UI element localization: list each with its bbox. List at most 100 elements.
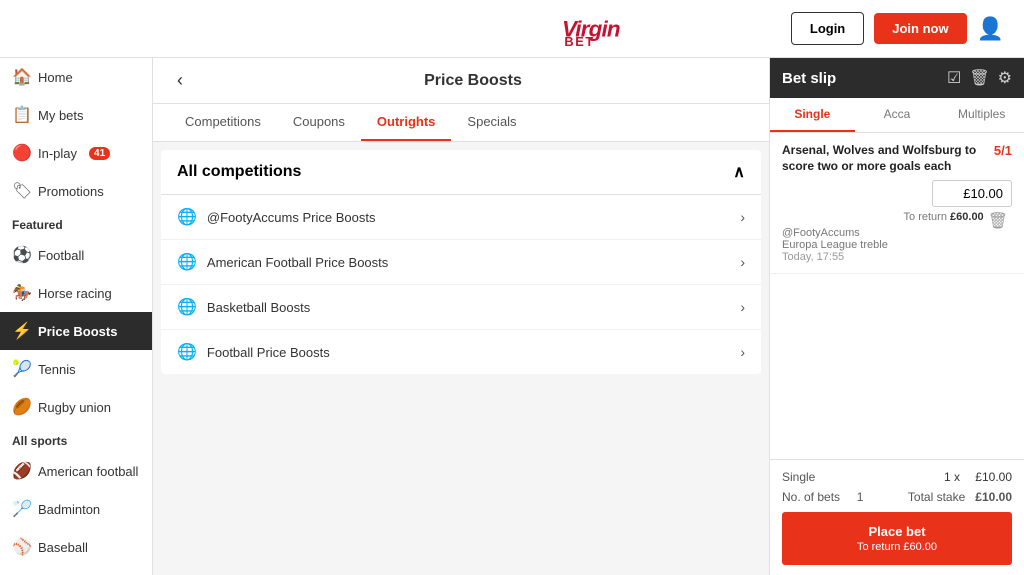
sidebar-item-promotions[interactable]: 🏷 Promotions (0, 172, 152, 210)
bet-return: To return £60.00 🗑 (782, 211, 1012, 223)
join-button[interactable]: Join now (874, 13, 966, 44)
back-button[interactable]: ‹ (173, 70, 187, 91)
place-bet-label: Place bet (868, 524, 925, 539)
globe-icon-4: 🌐 (177, 342, 197, 362)
page-title: Price Boosts (197, 72, 749, 90)
chevron-right-icon-3: › (740, 299, 745, 315)
tab-specials[interactable]: Specials (451, 104, 532, 141)
sidebar-label-rugby-union: Rugby union (38, 400, 111, 415)
sidebar: 🏠 Home 📋 My bets 🔴 In-play 41 🏷 Promotio… (0, 58, 153, 575)
tab-outrights[interactable]: Outrights (361, 104, 452, 141)
home-icon: 🏠 (12, 67, 30, 87)
bet-slip-tab-single[interactable]: Single (770, 98, 855, 132)
trash-icon[interactable]: 🗑 (969, 68, 989, 88)
bet-date: Today, 17:55 (782, 251, 844, 263)
price-boosts-icon: ⚡ (12, 321, 30, 341)
bet-slip-tabs: Single Acca Multiples (770, 98, 1024, 133)
place-bet-sub: To return £60.00 (857, 541, 937, 553)
competitions-section: All competitions ∧ 🌐 @FootyAccums Price … (161, 150, 761, 374)
sidebar-item-price-boosts[interactable]: ⚡ Price Boosts (0, 312, 152, 350)
globe-icon-3: 🌐 (177, 297, 197, 317)
competition-name-2: American Football Price Boosts (207, 255, 730, 270)
sidebar-item-basketball[interactable]: 🏀 Basketball (0, 566, 152, 575)
globe-icon-1: 🌐 (177, 207, 197, 227)
featured-section-label: Featured (0, 210, 152, 236)
sidebar-item-badminton[interactable]: 🏸 Badminton (0, 490, 152, 528)
in-play-badge: 41 (89, 147, 110, 160)
competition-row[interactable]: 🌐 American Football Price Boosts › (161, 240, 761, 285)
chevron-right-icon-4: › (740, 344, 745, 360)
all-sports-section-label: All sports (0, 426, 152, 452)
user-icon[interactable]: 👤 (977, 16, 1004, 42)
total-stake: Total stake £10.00 (908, 490, 1012, 504)
sidebar-label-baseball: Baseball (38, 540, 88, 555)
all-competitions-label: All competitions (177, 163, 301, 181)
bet-slip-header: Bet slip ☑ 🗑 ⚙ (770, 58, 1024, 98)
bet-slip-icons: ☑ 🗑 ⚙ (947, 68, 1012, 88)
competition-row[interactable]: 🌐 @FootyAccums Price Boosts › (161, 195, 761, 240)
login-button[interactable]: Login (791, 12, 864, 45)
delete-bet-button[interactable]: 🗑 (984, 211, 1012, 231)
bet-description: Arsenal, Wolves and Wolfsburg to score t… (782, 143, 988, 174)
sidebar-item-football[interactable]: ⚽ Football (0, 236, 152, 274)
bet-stake-input[interactable] (932, 180, 1012, 207)
header: Virgin BET Login Join now 👤 (0, 0, 1024, 58)
sidebar-label-horse-racing: Horse racing (38, 286, 112, 301)
bet-slip: Bet slip ☑ 🗑 ⚙ Single Acca Multiples Ars… (769, 58, 1024, 575)
content-tabs: Competitions Coupons Outrights Specials (153, 104, 769, 142)
sidebar-item-american-football[interactable]: 🏈 American football (0, 452, 152, 490)
header-actions: Login Join now 👤 (791, 12, 1004, 45)
my-bets-icon: 📋 (12, 105, 30, 125)
badminton-icon: 🏸 (12, 499, 30, 519)
promotions-icon: 🏷 (12, 181, 30, 201)
content-header: ‹ Price Boosts (153, 58, 769, 104)
sidebar-item-rugby-union[interactable]: 🏉 Rugby union (0, 388, 152, 426)
bet-item-header: Arsenal, Wolves and Wolfsburg to score t… (782, 143, 1012, 174)
bet-slip-tab-acca[interactable]: Acca (855, 98, 940, 132)
sidebar-item-my-bets[interactable]: 📋 My bets (0, 96, 152, 134)
sidebar-label-home: Home (38, 70, 73, 85)
competition-row[interactable]: 🌐 Basketball Boosts › (161, 285, 761, 330)
competition-row[interactable]: 🌐 Football Price Boosts › (161, 330, 761, 374)
place-bet-button[interactable]: Place bet To return £60.00 (782, 512, 1012, 565)
tab-competitions[interactable]: Competitions (169, 104, 277, 141)
single-value: 1 x £10.00 (944, 470, 1012, 484)
bet-source: @FootyAccums Europa League treble Today,… (782, 227, 1012, 263)
main-layout: 🏠 Home 📋 My bets 🔴 In-play 41 🏷 Promotio… (0, 58, 1024, 575)
bet-odds: 5/1 (994, 143, 1012, 158)
bet-summary-single: Single 1 x £10.00 (782, 470, 1012, 484)
tab-coupons[interactable]: Coupons (277, 104, 361, 141)
single-label: Single (782, 470, 815, 484)
check-icon[interactable]: ☑ (947, 68, 961, 88)
football-icon: ⚽ (12, 245, 30, 265)
globe-icon-2: 🌐 (177, 252, 197, 272)
tennis-icon: 🎾 (12, 359, 30, 379)
sidebar-item-horse-racing[interactable]: 🏇 Horse racing (0, 274, 152, 312)
logo-svg: Virgin BET (558, 11, 638, 47)
sidebar-label-price-boosts: Price Boosts (38, 324, 117, 339)
all-competitions-header[interactable]: All competitions ∧ (161, 150, 761, 195)
sidebar-item-baseball[interactable]: ⚾ Baseball (0, 528, 152, 566)
sidebar-label-in-play: In-play (38, 146, 77, 161)
content-area: ‹ Price Boosts Competitions Coupons Outr… (153, 58, 769, 575)
sidebar-item-tennis[interactable]: 🎾 Tennis (0, 350, 152, 388)
chevron-right-icon-1: › (740, 209, 745, 225)
competition-name-4: Football Price Boosts (207, 345, 730, 360)
chevron-right-icon-2: › (740, 254, 745, 270)
american-football-icon: 🏈 (12, 461, 30, 481)
bet-slip-tab-multiples[interactable]: Multiples (939, 98, 1024, 132)
sidebar-item-home[interactable]: 🏠 Home (0, 58, 152, 96)
bet-return-value: £60.00 (950, 211, 984, 223)
bet-slip-title: Bet slip (782, 70, 836, 87)
sidebar-item-in-play[interactable]: 🔴 In-play 41 (0, 134, 152, 172)
sidebar-label-american-football: American football (38, 464, 138, 479)
collapse-icon: ∧ (733, 162, 745, 182)
rugby-union-icon: 🏉 (12, 397, 30, 417)
bet-item: Arsenal, Wolves and Wolfsburg to score t… (770, 133, 1024, 274)
bet-input-row (782, 180, 1012, 207)
bet-slip-footer: Single 1 x £10.00 No. of bets 1 Total st… (770, 459, 1024, 575)
settings-icon[interactable]: ⚙ (998, 68, 1012, 88)
baseball-icon: ⚾ (12, 537, 30, 557)
svg-text:BET: BET (565, 34, 595, 47)
sidebar-label-promotions: Promotions (38, 184, 104, 199)
